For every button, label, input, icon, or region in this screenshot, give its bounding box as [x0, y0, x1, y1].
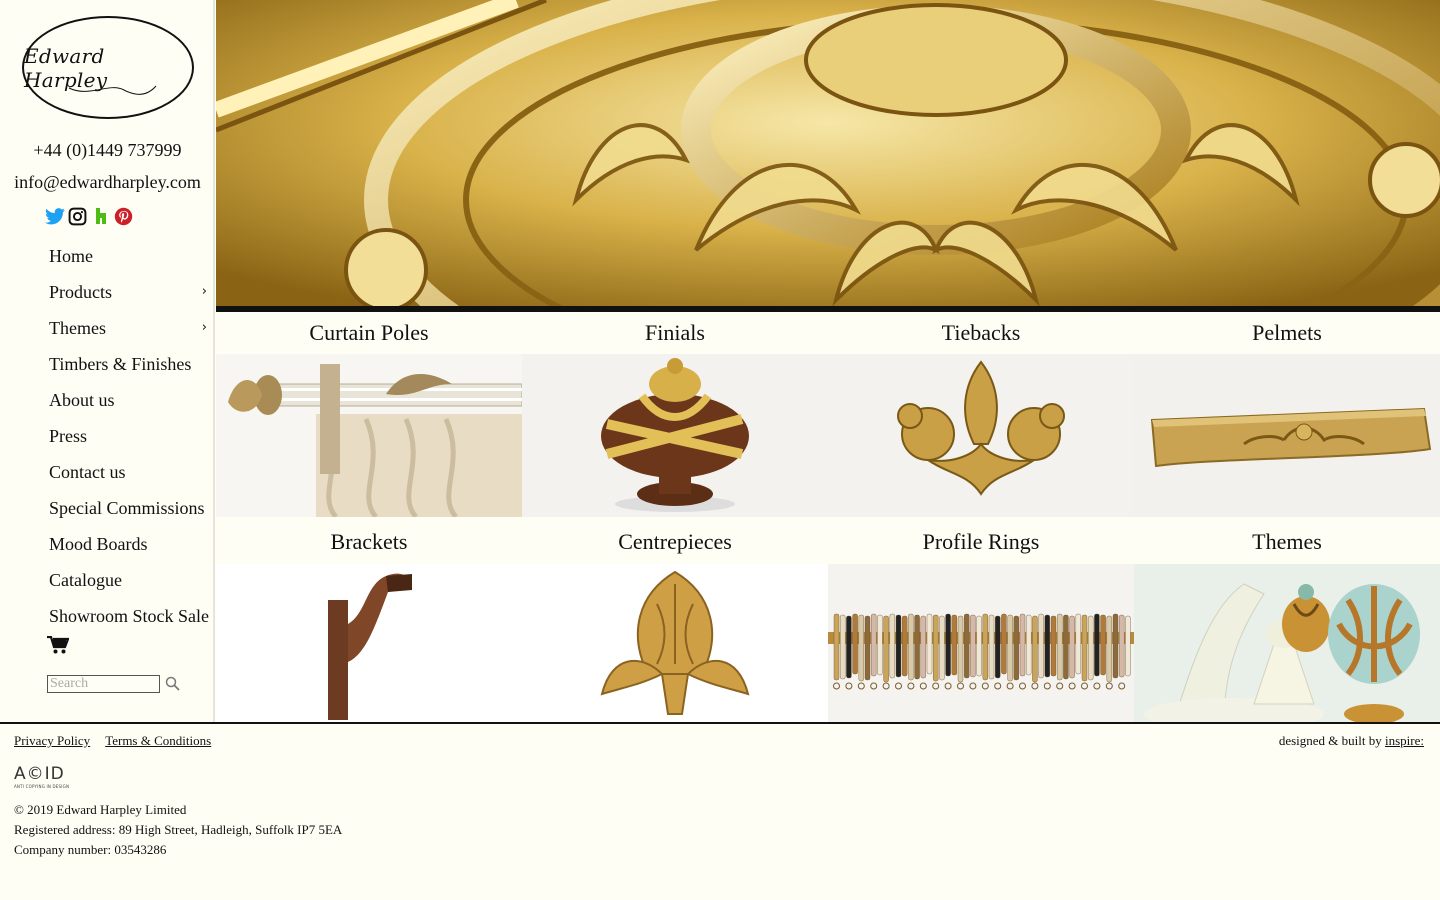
tile-label: Profile Rings	[828, 517, 1134, 564]
copyright: © 2019 Edward Harpley Limited	[14, 802, 187, 817]
acid-logo-text: A©ID	[14, 764, 65, 784]
tile-label: Themes	[1134, 517, 1440, 564]
nav-item-showroom-stock-sale[interactable]: Showroom Stock Sale	[49, 600, 215, 636]
tile-centrepieces[interactable]: Centrepieces	[522, 517, 828, 722]
tile-profile-rings[interactable]: Profile Rings	[828, 517, 1134, 722]
privacy-policy-link[interactable]: Privacy Policy	[14, 733, 90, 749]
footer-links: Privacy Policy Terms & Conditions	[14, 733, 211, 749]
main-nav: Home Products › Themes › Timbers & Finishe…	[49, 240, 215, 636]
acid-logo[interactable]: A©ID ANTI COPYING IN DESIGN	[14, 764, 69, 789]
nav-item-label: Catalogue	[49, 570, 122, 590]
nav-item-label: About us	[49, 390, 115, 410]
pinterest-icon[interactable]	[113, 205, 134, 227]
tile-brackets[interactable]: Brackets	[216, 517, 522, 722]
tile-tiebacks[interactable]: Tiebacks	[828, 312, 1134, 517]
tile-pelmets[interactable]: Pelmets	[1134, 312, 1440, 517]
hero-image	[216, 0, 1440, 306]
logo[interactable]: Edward Harpley	[22, 16, 194, 119]
nav-item-special-commissions[interactable]: Special Commissions	[49, 492, 215, 528]
nav-item-mood-boards[interactable]: Mood Boards	[49, 528, 215, 564]
search-icon[interactable]	[165, 676, 180, 696]
tile-label: Tiebacks	[828, 312, 1134, 354]
sidebar: Edward Harpley +44 (0)1449 737999 info@e…	[0, 0, 215, 722]
tile-label: Centrepieces	[522, 517, 828, 564]
nav-item-label: Special Commissions	[49, 498, 205, 518]
chevron-right-icon[interactable]: ›	[202, 276, 207, 308]
cart-icon[interactable]	[47, 635, 70, 660]
nav-item-label: Products	[49, 282, 112, 302]
instagram-icon[interactable]	[67, 205, 88, 227]
finial-image	[522, 354, 828, 517]
terms-link[interactable]: Terms & Conditions	[105, 733, 211, 749]
curtain-pole-image	[216, 354, 522, 517]
acid-logo-subtext: ANTI COPYING IN DESIGN	[14, 784, 70, 789]
nav-item-timbers-finishes[interactable]: Timbers & Finishes	[49, 348, 215, 384]
profile-rings-image	[828, 564, 1134, 722]
tile-label: Curtain Poles	[216, 312, 522, 354]
nav-item-themes[interactable]: Themes ›	[49, 312, 215, 348]
tieback-image	[828, 354, 1134, 517]
nav-item-home[interactable]: Home	[49, 240, 215, 276]
nav-item-press[interactable]: Press	[49, 420, 215, 456]
nav-item-label: Contact us	[49, 462, 126, 482]
houzz-icon[interactable]	[90, 205, 111, 227]
themes-image	[1134, 564, 1440, 722]
nav-item-label: Showroom Stock Sale	[49, 606, 209, 626]
logo-flourish	[68, 85, 157, 95]
tile-label: Finials	[522, 312, 828, 354]
chevron-right-icon[interactable]: ›	[202, 312, 207, 344]
email-address[interactable]: info@edwardharpley.com	[0, 172, 215, 193]
nav-item-label: Themes	[49, 318, 106, 338]
tile-finials[interactable]: Finials	[522, 312, 828, 517]
legal-info: © 2019 Edward Harpley Limited Registered…	[14, 800, 342, 860]
pelmet-image	[1134, 354, 1440, 517]
phone-number[interactable]: +44 (0)1449 737999	[0, 140, 215, 161]
inspire-link[interactable]: inspire:	[1385, 733, 1424, 748]
nav-item-label: Mood Boards	[49, 534, 148, 554]
tile-curtain-poles[interactable]: Curtain Poles	[216, 312, 522, 517]
centrepiece-image	[522, 564, 828, 722]
nav-item-catalogue[interactable]: Catalogue	[49, 564, 215, 600]
nav-item-products[interactable]: Products ›	[49, 276, 215, 312]
nav-item-about-us[interactable]: About us	[49, 384, 215, 420]
bracket-image	[216, 564, 522, 722]
tile-label: Pelmets	[1134, 312, 1440, 354]
designer-credit: designed & built by inspire:	[1279, 733, 1424, 749]
twitter-icon[interactable]	[44, 205, 65, 227]
nav-item-label: Timbers & Finishes	[49, 354, 192, 374]
credit-text: designed & built by	[1278, 733, 1385, 748]
nav-item-label: Home	[49, 246, 93, 266]
tile-themes[interactable]: Themes	[1134, 517, 1440, 722]
tile-label: Brackets	[216, 517, 522, 564]
search-input[interactable]	[47, 675, 160, 693]
product-grid: Curtain Poles Finials Tiebacks Pelmets B…	[216, 312, 1440, 722]
nav-item-contact-us[interactable]: Contact us	[49, 456, 215, 492]
company-number: Company number: 03543286	[14, 842, 167, 857]
registered-address: Registered address: 89 High Street, Hadl…	[14, 822, 343, 837]
nav-item-label: Press	[49, 426, 88, 446]
social-links	[44, 205, 134, 227]
page: Edward Harpley +44 (0)1449 737999 info@e…	[0, 0, 1440, 900]
footer: Privacy Policy Terms & Conditions design…	[0, 724, 1440, 900]
search-form	[47, 672, 180, 696]
